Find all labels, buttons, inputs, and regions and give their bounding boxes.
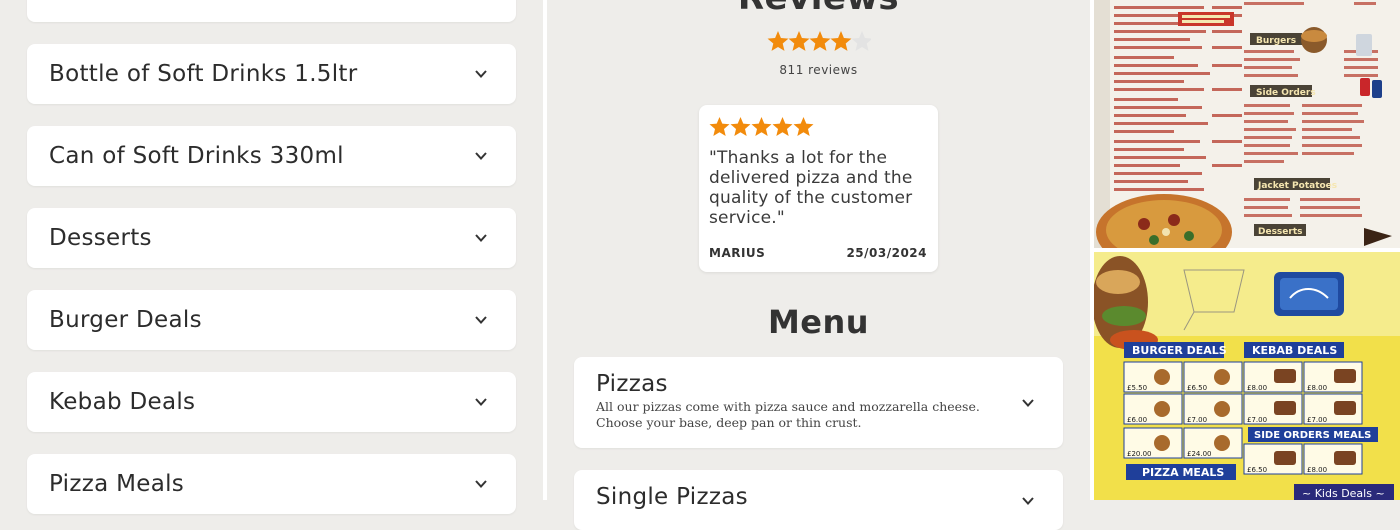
svg-text:£7.00: £7.00 bbox=[1307, 416, 1327, 424]
svg-text:£20.00: £20.00 bbox=[1127, 450, 1152, 458]
svg-text:£7.00: £7.00 bbox=[1187, 416, 1207, 424]
review-count: 811 reviews bbox=[779, 63, 858, 77]
review-stars bbox=[709, 117, 814, 136]
menu-section-single-pizzas[interactable]: Single Pizzas bbox=[574, 470, 1063, 530]
svg-text:KEBAB DEALS: KEBAB DEALS bbox=[1252, 344, 1337, 357]
category-title: Desserts bbox=[49, 225, 152, 251]
chevron-down-icon[interactable] bbox=[1021, 396, 1035, 410]
category-card-desserts[interactable]: Desserts bbox=[27, 208, 516, 268]
star-filled-icon bbox=[830, 31, 852, 51]
review-date: 25/03/2024 bbox=[846, 246, 927, 260]
svg-text:£7.00: £7.00 bbox=[1247, 416, 1267, 424]
menu-heading: Menu bbox=[767, 303, 870, 341]
svg-text:£8.00: £8.00 bbox=[1247, 384, 1267, 392]
star-filled-icon bbox=[767, 31, 789, 51]
category-card-partial[interactable] bbox=[27, 0, 516, 22]
svg-text:£8.00: £8.00 bbox=[1307, 384, 1327, 392]
svg-text:~ Kids Deals ~: ~ Kids Deals ~ bbox=[1302, 487, 1385, 500]
category-card-can-soft-drinks[interactable]: Can of Soft Drinks 330ml bbox=[27, 126, 516, 186]
chevron-down-icon[interactable] bbox=[474, 313, 488, 327]
menu-section-title: Pizzas bbox=[596, 371, 668, 397]
star-filled-icon bbox=[709, 117, 730, 136]
chevron-down-icon[interactable] bbox=[1021, 494, 1035, 508]
category-title: Burger Deals bbox=[49, 307, 202, 333]
review-card: "Thanks a lot for the delivered pizza an… bbox=[699, 105, 938, 272]
svg-text:£6.00: £6.00 bbox=[1127, 416, 1147, 424]
reviews-heading: Reviews bbox=[547, 0, 1090, 18]
svg-text:£8.00: £8.00 bbox=[1307, 466, 1327, 474]
category-card-kebab-deals[interactable]: Kebab Deals bbox=[27, 372, 516, 432]
svg-text:Side Orders: Side Orders bbox=[1256, 88, 1316, 98]
category-card-burger-deals[interactable]: Burger Deals bbox=[27, 290, 516, 350]
star-filled-icon bbox=[772, 117, 793, 136]
star-filled-icon bbox=[793, 117, 814, 136]
menu-photo-printed-menu[interactable]: Burgers Side Orders Jacket Potatoes Dess… bbox=[1094, 0, 1400, 248]
star-filled-icon bbox=[730, 117, 751, 136]
category-title: Kebab Deals bbox=[49, 389, 196, 415]
reviews-and-menu: Reviews 811 reviews "Thanks a lot for th… bbox=[547, 0, 1090, 530]
category-card-pizza-meals[interactable]: Pizza Meals bbox=[27, 454, 516, 514]
svg-text:Burgers: Burgers bbox=[1256, 36, 1296, 46]
chevron-down-icon[interactable] bbox=[474, 477, 488, 491]
svg-text:£24.00: £24.00 bbox=[1187, 450, 1212, 458]
menu-photos: Burgers Side Orders Jacket Potatoes Dess… bbox=[1090, 0, 1400, 500]
svg-text:BURGER DEALS: BURGER DEALS bbox=[1132, 344, 1227, 357]
chevron-down-icon[interactable] bbox=[474, 67, 488, 81]
svg-text:PIZZA MEALS: PIZZA MEALS bbox=[1142, 466, 1224, 479]
svg-text:Jacket Potatoes: Jacket Potatoes bbox=[1257, 181, 1337, 191]
chevron-down-icon[interactable] bbox=[474, 231, 488, 245]
category-title: Bottle of Soft Drinks 1.5ltr bbox=[49, 61, 358, 87]
star-empty-icon bbox=[851, 31, 871, 51]
chevron-down-icon[interactable] bbox=[474, 149, 488, 163]
star-filled-icon bbox=[751, 117, 772, 136]
menu-photo-deals-leaflet[interactable]: BURGER DEALS KEBAB DEALS SIDE ORDERS MEA… bbox=[1094, 252, 1400, 500]
menu-section-title: Single Pizzas bbox=[596, 484, 748, 510]
svg-text:£6.50: £6.50 bbox=[1247, 466, 1267, 474]
rating-stars bbox=[767, 31, 871, 51]
svg-text:£6.50: £6.50 bbox=[1187, 384, 1207, 392]
menu-section-pizzas[interactable]: Pizzas All our pizzas come with pizza sa… bbox=[574, 357, 1063, 448]
chevron-down-icon[interactable] bbox=[474, 395, 488, 409]
review-author: MARIUS bbox=[709, 246, 766, 260]
category-title: Can of Soft Drinks 330ml bbox=[49, 143, 344, 169]
category-title: Pizza Meals bbox=[49, 471, 185, 497]
star-filled-icon bbox=[788, 31, 810, 51]
menu-section-description: All our pizzas come with pizza sauce and… bbox=[596, 399, 980, 430]
svg-text:£5.50: £5.50 bbox=[1127, 384, 1147, 392]
star-filled-icon bbox=[809, 31, 831, 51]
category-card-bottle-soft-drinks[interactable]: Bottle of Soft Drinks 1.5ltr bbox=[27, 44, 516, 104]
category-list: Bottle of Soft Drinks 1.5ltr Can of Soft… bbox=[0, 0, 543, 514]
review-quote: "Thanks a lot for the delivered pizza an… bbox=[709, 148, 913, 228]
svg-text:SIDE ORDERS MEALS: SIDE ORDERS MEALS bbox=[1254, 430, 1371, 441]
svg-text:Desserts: Desserts bbox=[1258, 227, 1303, 237]
